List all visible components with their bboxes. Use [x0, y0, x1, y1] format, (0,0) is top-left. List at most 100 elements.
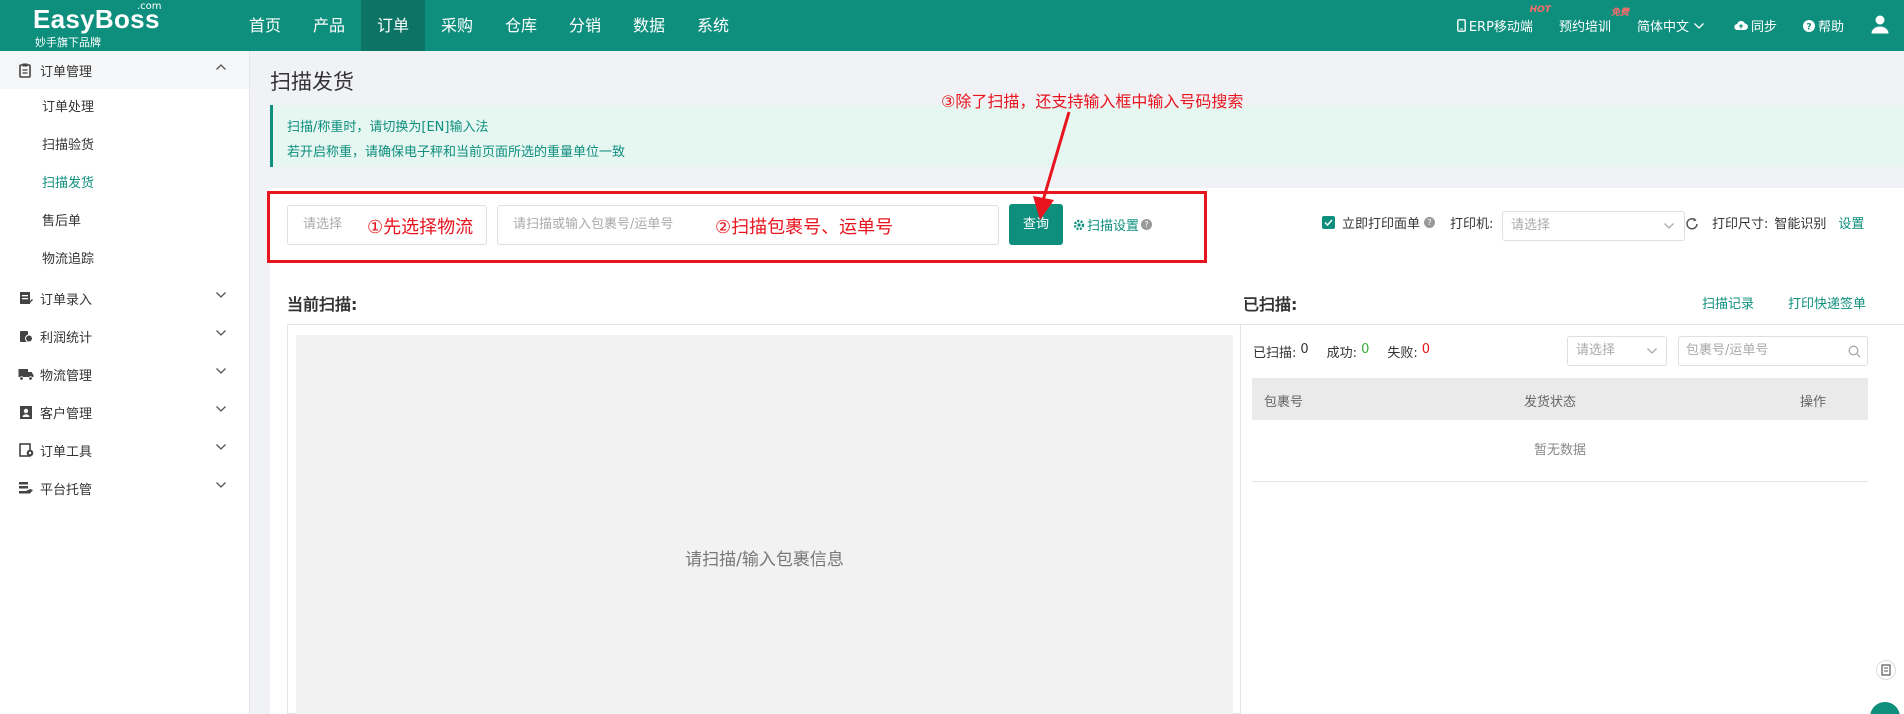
sidebar: 订单管理 订单处理 扫描验货 扫描发货 售后单 物流追踪 订单录入 利润统计 物… — [0, 51, 250, 714]
sidebar-group-order-entry[interactable]: 订单录入 — [0, 279, 249, 317]
scanned-count: 0 — [1300, 342, 1309, 357]
chevron-down-icon — [216, 444, 226, 450]
truck-icon — [18, 366, 34, 382]
search-icon — [1848, 345, 1861, 358]
nav-orders[interactable]: 订单 — [361, 0, 425, 51]
annotation-step-2: ②扫描包裹号、运单号 — [715, 217, 894, 238]
print-settings-link[interactable]: 设置 — [1838, 213, 1864, 232]
sidebar-group-label: 客户管理 — [40, 406, 93, 422]
document-edit-icon — [18, 290, 34, 306]
sidebar-group-order-tools[interactable]: 订单工具 — [0, 431, 249, 469]
package-search-input[interactable]: 包裹号/运单号 — [1678, 336, 1868, 366]
nav-data[interactable]: 数据 — [617, 0, 681, 51]
sidebar-item-scan-inspection[interactable]: 扫描验货 — [0, 127, 249, 165]
success-count: 0 — [1361, 342, 1370, 357]
brand-logo[interactable]: EasyBoss .com 妙手旗下品牌 — [33, 1, 168, 49]
printer-label: 打印机: — [1450, 217, 1494, 232]
chevron-down-icon — [216, 482, 226, 488]
print-now-label: 立即打印面单 — [1342, 217, 1421, 232]
user-avatar[interactable] — [1870, 14, 1890, 38]
sidebar-group-platform-hosting[interactable]: 平台托管 — [0, 469, 249, 507]
free-badge: 免费 — [1610, 8, 1629, 18]
chevron-down-icon — [216, 292, 226, 298]
print-now-checkbox[interactable]: 立即打印面单 ? — [1322, 213, 1436, 232]
current-scan-title: 当前扫描: — [287, 295, 358, 314]
nav-home[interactable]: 首页 — [233, 0, 297, 51]
chevron-down-icon — [216, 406, 226, 412]
checkbox-checked-icon — [1322, 216, 1335, 229]
help-circle-icon: ? — [1802, 19, 1815, 32]
svg-text:?: ? — [1806, 22, 1811, 32]
chevron-down-icon — [1664, 223, 1674, 229]
current-scan-placeholder: 请扫描/输入包裹信息 — [685, 550, 844, 570]
refresh-icon[interactable] — [1685, 217, 1699, 231]
clipboard-icon — [18, 62, 34, 78]
help-label: 帮助 — [1817, 20, 1844, 35]
sidebar-group-label: 利润统计 — [40, 330, 93, 346]
chevron-down-icon — [216, 330, 226, 336]
nav-purchase[interactable]: 采购 — [425, 0, 489, 51]
training-link[interactable]: 预约培训 免费 — [1559, 8, 1629, 35]
sidebar-group-logistics-management[interactable]: 物流管理 — [0, 355, 249, 393]
scan-stats: 已扫描: 0 成功: 0 失败: 0 — [1253, 342, 1434, 361]
nav-warehouse[interactable]: 仓库 — [489, 0, 553, 51]
search-placeholder: 包裹号/运单号 — [1686, 343, 1769, 358]
annotation-arrow — [1033, 111, 1071, 220]
col-shipping-status: 发货状态 — [1524, 395, 1577, 410]
current-scan-area — [296, 335, 1233, 714]
sidebar-group-label: 平台托管 — [40, 482, 93, 498]
hot-badge: HOT — [1529, 5, 1551, 15]
scanned-title: 已扫描: — [1243, 295, 1298, 314]
erp-mobile-link[interactable]: ERP移动端 HOT — [1456, 5, 1551, 35]
sync-button[interactable]: 同步 — [1734, 16, 1777, 35]
chevron-down-icon — [1694, 22, 1704, 29]
top-nav-bar: EasyBoss .com 妙手旗下品牌 首页 产品 订单 采购 仓库 分销 数… — [0, 0, 1904, 51]
scan-records-link[interactable]: 扫描记录 — [1702, 293, 1754, 312]
nav-system[interactable]: 系统 — [681, 0, 745, 51]
sidebar-group-profit-stats[interactable]: 利润统计 — [0, 317, 249, 355]
help-tooltip-icon[interactable]: ? — [1424, 217, 1436, 228]
sidebar-group-customer-management[interactable]: 客户管理 — [0, 393, 249, 431]
fail-count: 0 — [1421, 342, 1431, 357]
mobile-phone-icon — [1456, 19, 1466, 32]
sidebar-group-order-management[interactable]: 订单管理 — [0, 51, 249, 89]
print-size-row: 打印尺寸: 智能识别 设置 — [1712, 213, 1864, 232]
chevron-down-icon — [216, 368, 226, 374]
printer-select[interactable]: 请选择 — [1502, 211, 1685, 241]
col-package-number: 包裹号 — [1264, 395, 1304, 410]
print-size-label: 打印尺寸: — [1712, 217, 1769, 232]
nav-products[interactable]: 产品 — [297, 0, 361, 51]
logo-tagline: 妙手旗下品牌 — [35, 36, 101, 49]
language-select[interactable]: 简体中文 — [1637, 16, 1708, 35]
notice-banner: 扫描/称重时，请切换为[EN]输入法 若开启称重，请确保电子秤和当前页面所选的重… — [270, 105, 1904, 167]
language-label: 简体中文 — [1636, 20, 1689, 35]
scanned-table-header: 包裹号 发货状态 操作 — [1252, 378, 1868, 420]
sidebar-item-after-sales[interactable]: 售后单 — [0, 203, 249, 241]
sidebar-group-label: 物流管理 — [40, 368, 93, 384]
cloud-upload-icon — [1734, 20, 1748, 31]
top-right-tools: ERP移动端 HOT 预约培训 免费 简体中文 同步 ? 帮助 — [1456, 0, 1904, 51]
sidebar-item-scan-shipping[interactable]: 扫描发货 — [0, 165, 249, 203]
col-action: 操作 — [1800, 395, 1827, 410]
sync-label: 同步 — [1750, 20, 1777, 35]
coins-icon — [18, 328, 34, 344]
contact-card-icon — [18, 404, 34, 420]
print-waybill-link[interactable]: 打印快递签单 — [1788, 293, 1866, 312]
sidebar-group-label: 订单管理 — [40, 64, 93, 80]
sidebar-item-order-processing[interactable]: 订单处理 — [0, 89, 249, 127]
notice-line-1: 扫描/称重时，请切换为[EN]输入法 — [287, 120, 489, 135]
annotation-step-1: ①先选择物流 — [367, 217, 474, 238]
scanned-count-label: 已扫描: — [1253, 346, 1297, 361]
help-button[interactable]: ? 帮助 — [1802, 16, 1844, 35]
print-size-value: 智能识别 — [1774, 217, 1827, 232]
logo-suffix: .com — [137, 1, 162, 12]
floating-doc-icon[interactable] — [1876, 660, 1896, 680]
scanned-filter-select[interactable]: 请选择 — [1567, 336, 1667, 366]
sidebar-item-logistics-tracking[interactable]: 物流追踪 — [0, 241, 249, 279]
sidebar-group-label: 订单录入 — [40, 292, 93, 308]
annotation-step-3: ③除了扫描，还支持输入框中输入号码搜索 — [941, 92, 1244, 111]
stack-hand-icon — [18, 480, 34, 496]
nav-distribution[interactable]: 分销 — [553, 0, 617, 51]
table-empty-state: 暂无数据 — [1252, 420, 1868, 482]
user-icon — [1871, 15, 1889, 33]
